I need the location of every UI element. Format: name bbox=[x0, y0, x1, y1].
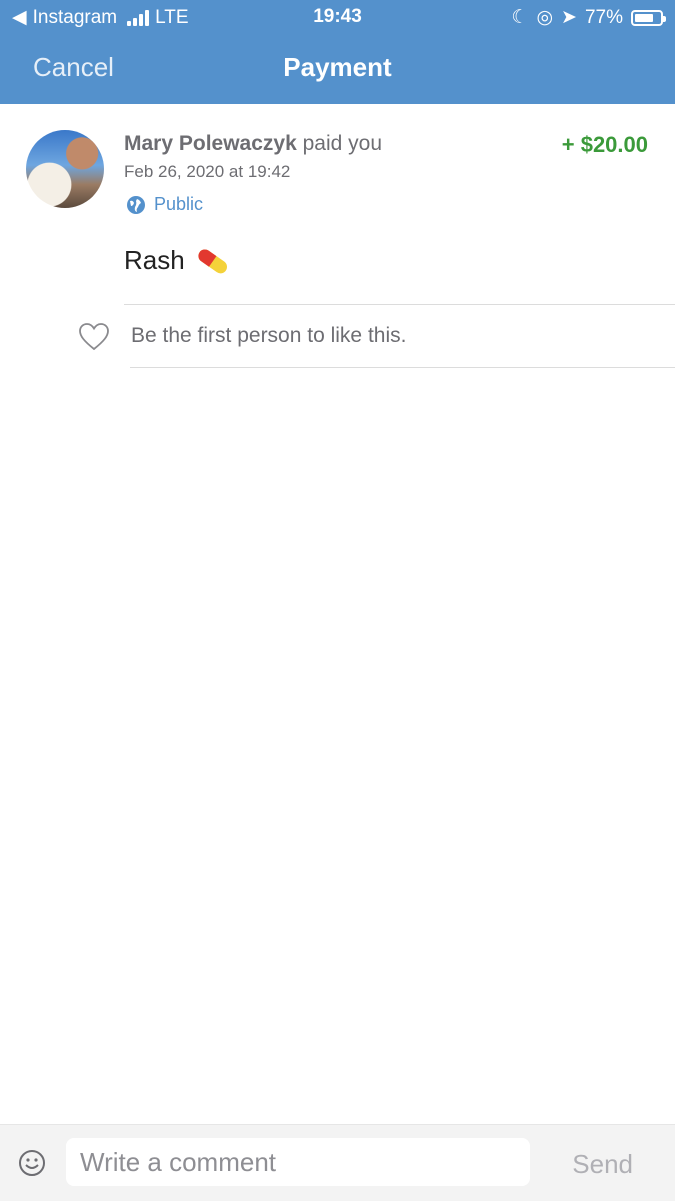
page-title: Payment bbox=[283, 52, 392, 82]
likes-prompt: Be the first person to like this. bbox=[131, 324, 407, 347]
globe-icon bbox=[127, 195, 145, 214]
payment-summary: Mary Polewaczyk paid you bbox=[124, 132, 382, 156]
payer-name[interactable]: Mary Polewaczyk bbox=[124, 132, 297, 155]
privacy-setting[interactable]: Public bbox=[126, 194, 203, 215]
status-bar: ◀ Instagram LTE 19:43 ☾ ◎ ➤ 77% bbox=[0, 0, 675, 34]
pill-icon bbox=[198, 248, 227, 273]
payment-amount: + $20.00 bbox=[561, 132, 648, 157]
action-text: paid you bbox=[302, 132, 383, 155]
moon-icon: ☾ bbox=[511, 7, 529, 28]
status-right: ☾ ◎ ➤ 77% bbox=[511, 6, 666, 29]
payment-date: Feb 26, 2020 at 19:42 bbox=[124, 162, 291, 181]
note-text: Rash bbox=[124, 245, 185, 275]
divider bbox=[124, 304, 675, 305]
send-button[interactable]: Send bbox=[572, 1149, 633, 1180]
battery-icon bbox=[631, 9, 666, 26]
comment-bar: Send bbox=[0, 1124, 675, 1201]
emoji-icon[interactable] bbox=[18, 1149, 46, 1177]
divider bbox=[130, 367, 675, 368]
location-icon: ➤ bbox=[561, 7, 577, 28]
privacy-label: Public bbox=[154, 194, 204, 214]
heart-icon[interactable] bbox=[78, 321, 110, 353]
battery-percent: 77% bbox=[584, 6, 623, 28]
comment-input[interactable] bbox=[66, 1138, 530, 1186]
rotation-lock-icon: ◎ bbox=[536, 7, 554, 28]
avatar[interactable] bbox=[26, 130, 104, 208]
payment-note: Rash bbox=[124, 245, 231, 276]
top-bar: ◀ Instagram LTE 19:43 ☾ ◎ ➤ 77% Cancel P… bbox=[0, 0, 675, 104]
